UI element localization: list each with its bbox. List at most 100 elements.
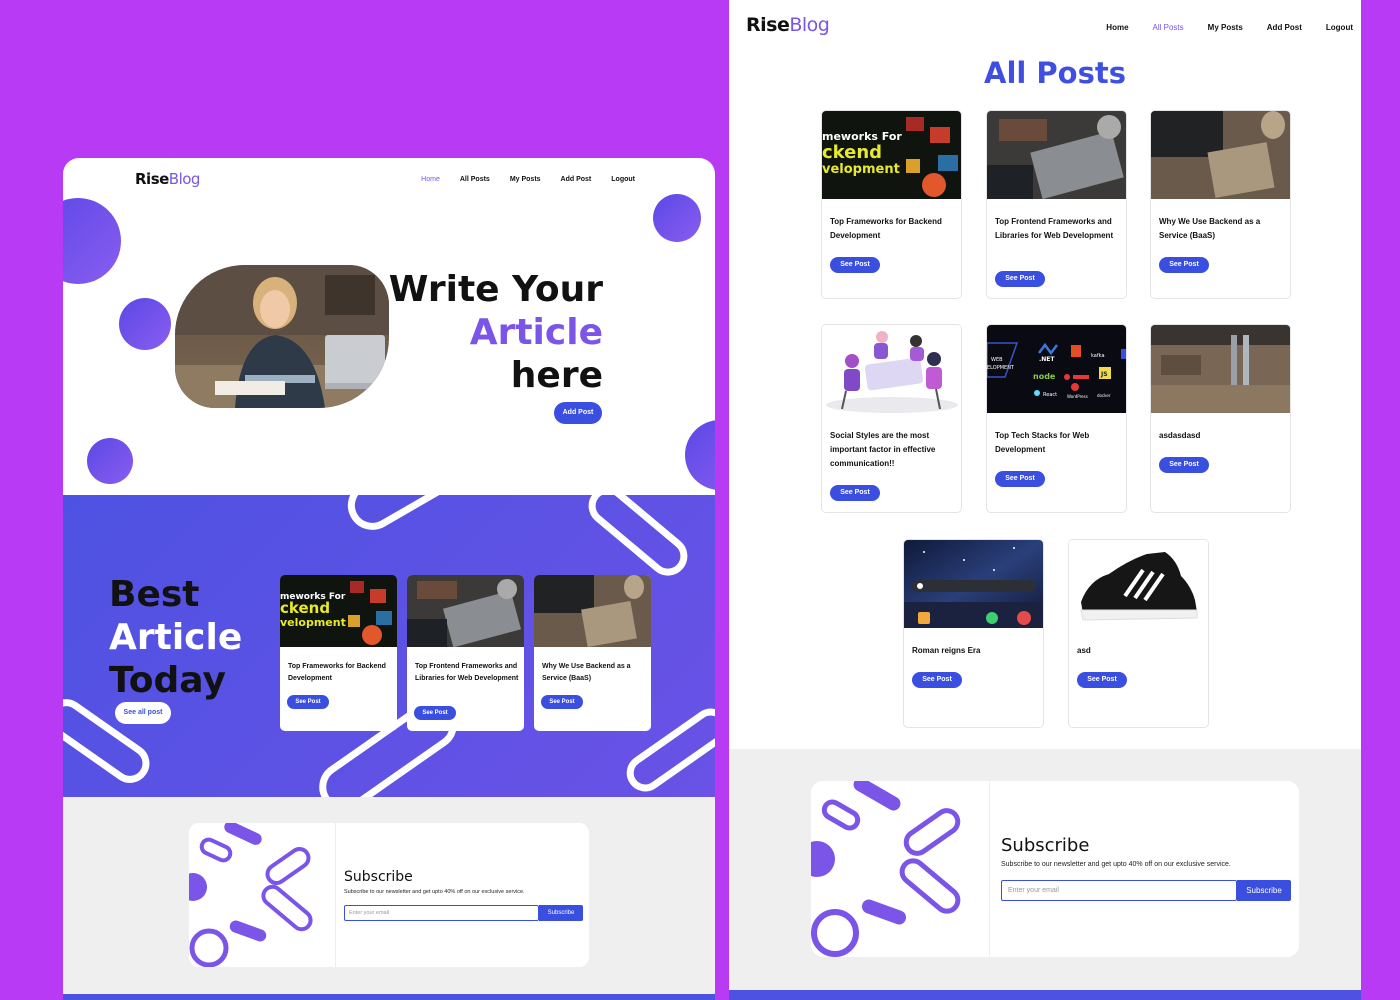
post-card[interactable]: asdasdasd See Post (1150, 324, 1291, 513)
post-title: asdasdasd (1159, 431, 1201, 440)
post-title: Social Styles are the most important fac… (830, 431, 936, 468)
hero-heading: Write Your Article here (363, 268, 603, 397)
subscribe-panel (335, 823, 589, 967)
hero-decor-circle (685, 420, 715, 490)
see-all-post-button[interactable]: See all post (115, 702, 171, 724)
subscribe-section: Subscribe Subscribe to our newsletter an… (63, 797, 715, 1000)
see-post-button[interactable]: See Post (541, 695, 583, 709)
nav-add-post[interactable]: Add Post (1267, 23, 1302, 32)
nav-my-posts[interactable]: My Posts (1208, 23, 1243, 32)
svg-text:WEB: WEB (991, 357, 1003, 363)
post-title: Top Frontend Frameworks and Libraries fo… (415, 663, 519, 682)
svg-text:kafka: kafka (1091, 353, 1105, 359)
post-thumbnail: meworks For ckend velopment (280, 575, 397, 647)
hero-decor-circle (119, 298, 171, 350)
brand-logo[interactable]: RiseBlog (746, 14, 830, 36)
see-post-button[interactable]: See Post (830, 257, 880, 273)
post-card[interactable]: Roman reigns Era See Post (903, 539, 1044, 728)
email-input[interactable]: Enter your email (1001, 880, 1237, 901)
see-post-button[interactable]: See Post (414, 706, 456, 720)
see-post-button[interactable]: See Post (1159, 257, 1209, 273)
see-post-button[interactable]: See Post (287, 695, 329, 709)
svg-text:ELOPMENT: ELOPMENT (987, 365, 1015, 371)
email-input[interactable]: Enter your email (344, 905, 539, 921)
navbar: RiseBlog Home All Posts My Posts Add Pos… (135, 168, 635, 190)
post-card[interactable]: Social Styles are the most important fac… (821, 324, 962, 513)
subscribe-decor (811, 781, 989, 957)
best-article-heading: Best Article Today (109, 574, 243, 701)
post-title: Roman reigns Era (912, 646, 981, 655)
nav-all-posts[interactable]: All Posts (460, 176, 490, 183)
post-thumbnail (904, 540, 1043, 628)
post-title: Top Frameworks for Backend Development (288, 663, 386, 682)
post-card[interactable]: asd See Post (1068, 539, 1209, 728)
subscribe-button[interactable]: Subscribe (539, 905, 583, 921)
svg-text:velopment: velopment (280, 616, 346, 629)
post-card[interactable]: meworks For ckend velopment Top Framewor… (821, 110, 962, 299)
subscribe-card: Subscribe Subscribe to our newsletter an… (811, 781, 1299, 957)
see-post-button[interactable]: See Post (1077, 672, 1127, 688)
see-post-button[interactable]: See Post (995, 471, 1045, 487)
post-thumbnail: WEB ELOPMENT .NET kafka node JS React Wo… (987, 325, 1126, 413)
nav-home[interactable]: Home (421, 176, 440, 183)
svg-text:ckend: ckend (822, 142, 882, 163)
hero-decor-circle (87, 438, 133, 484)
post-card[interactable]: Top Frontend Frameworks and Libraries fo… (407, 575, 524, 731)
post-thumbnail (407, 575, 524, 647)
see-post-button[interactable]: See Post (912, 672, 962, 688)
hero-line-3: here (510, 355, 603, 396)
svg-text:React: React (1043, 392, 1057, 398)
post-card[interactable]: Why We Use Backend as a Service (BaaS) S… (534, 575, 651, 731)
post-card[interactable]: meworks For ckend velopment Top Framewor… (280, 575, 397, 731)
nav-home[interactable]: Home (1106, 23, 1128, 32)
page-title: All Posts (984, 56, 1126, 90)
hero-line-1: Write Your (388, 269, 603, 310)
nav-links: Home All Posts My Posts Add Post Logout (1106, 23, 1353, 32)
post-title: Top Tech Stacks for Web Development (995, 431, 1090, 454)
nav-logout[interactable]: Logout (1326, 23, 1353, 32)
post-thumbnail (534, 575, 651, 647)
svg-text:ckend: ckend (280, 599, 330, 617)
brand-logo[interactable]: RiseBlog (135, 170, 200, 188)
nav-logout[interactable]: Logout (611, 176, 635, 183)
svg-text:WordPress: WordPress (1067, 394, 1088, 399)
post-card[interactable]: Top Frontend Frameworks and Libraries fo… (986, 110, 1127, 299)
post-title: asd (1077, 646, 1091, 655)
footer-strip (63, 994, 715, 1000)
post-thumbnail (822, 325, 961, 413)
nav-all-posts[interactable]: All Posts (1153, 23, 1184, 32)
subscribe-button[interactable]: Subscribe (1237, 880, 1291, 901)
post-thumbnail (987, 111, 1126, 199)
svg-text:.NET: .NET (1039, 356, 1055, 363)
best-article-section: Best Article Today See all post meworks … (63, 495, 715, 797)
post-card[interactable]: Why We Use Backend as a Service (BaaS) S… (1150, 110, 1291, 299)
subscribe-section: Subscribe Subscribe to our newsletter an… (729, 749, 1361, 1000)
svg-text:node: node (1033, 372, 1056, 381)
post-title: Why We Use Backend as a Service (BaaS) (1159, 217, 1261, 240)
post-card[interactable]: WEB ELOPMENT .NET kafka node JS React Wo… (986, 324, 1127, 513)
post-thumbnail (1151, 111, 1290, 199)
add-post-button[interactable]: Add Post (554, 402, 602, 424)
see-post-button[interactable]: See Post (995, 271, 1045, 287)
nav-add-post[interactable]: Add Post (561, 176, 592, 183)
subscribe-title: Subscribe (1001, 835, 1090, 856)
subscribe-title: Subscribe (344, 869, 413, 885)
all-posts-page-screenshot: RiseBlog Home All Posts My Posts Add Pos… (729, 0, 1361, 1000)
post-title: Top Frameworks for Backend Development (830, 217, 942, 240)
subscribe-panel (989, 781, 1299, 957)
subscribe-card: Subscribe Subscribe to our newsletter an… (189, 823, 589, 967)
post-title: Why We Use Backend as a Service (BaaS) (542, 663, 631, 682)
nav-my-posts[interactable]: My Posts (510, 176, 541, 183)
hero-image (175, 265, 389, 408)
hero-decor-circle (653, 194, 701, 242)
nav-links: Home All Posts My Posts Add Post Logout (421, 176, 635, 183)
see-post-button[interactable]: See Post (1159, 457, 1209, 473)
svg-text:velopment: velopment (822, 162, 900, 177)
home-page-screenshot: RiseBlog Home All Posts My Posts Add Pos… (63, 158, 715, 1000)
post-thumbnail: meworks For ckend velopment (822, 111, 961, 199)
post-thumbnail (1151, 325, 1290, 413)
subscribe-decor (189, 823, 335, 967)
see-post-button[interactable]: See Post (830, 485, 880, 501)
subscribe-text: Subscribe to our newsletter and get upto… (344, 889, 525, 895)
post-title: Top Frontend Frameworks and Libraries fo… (995, 217, 1114, 240)
